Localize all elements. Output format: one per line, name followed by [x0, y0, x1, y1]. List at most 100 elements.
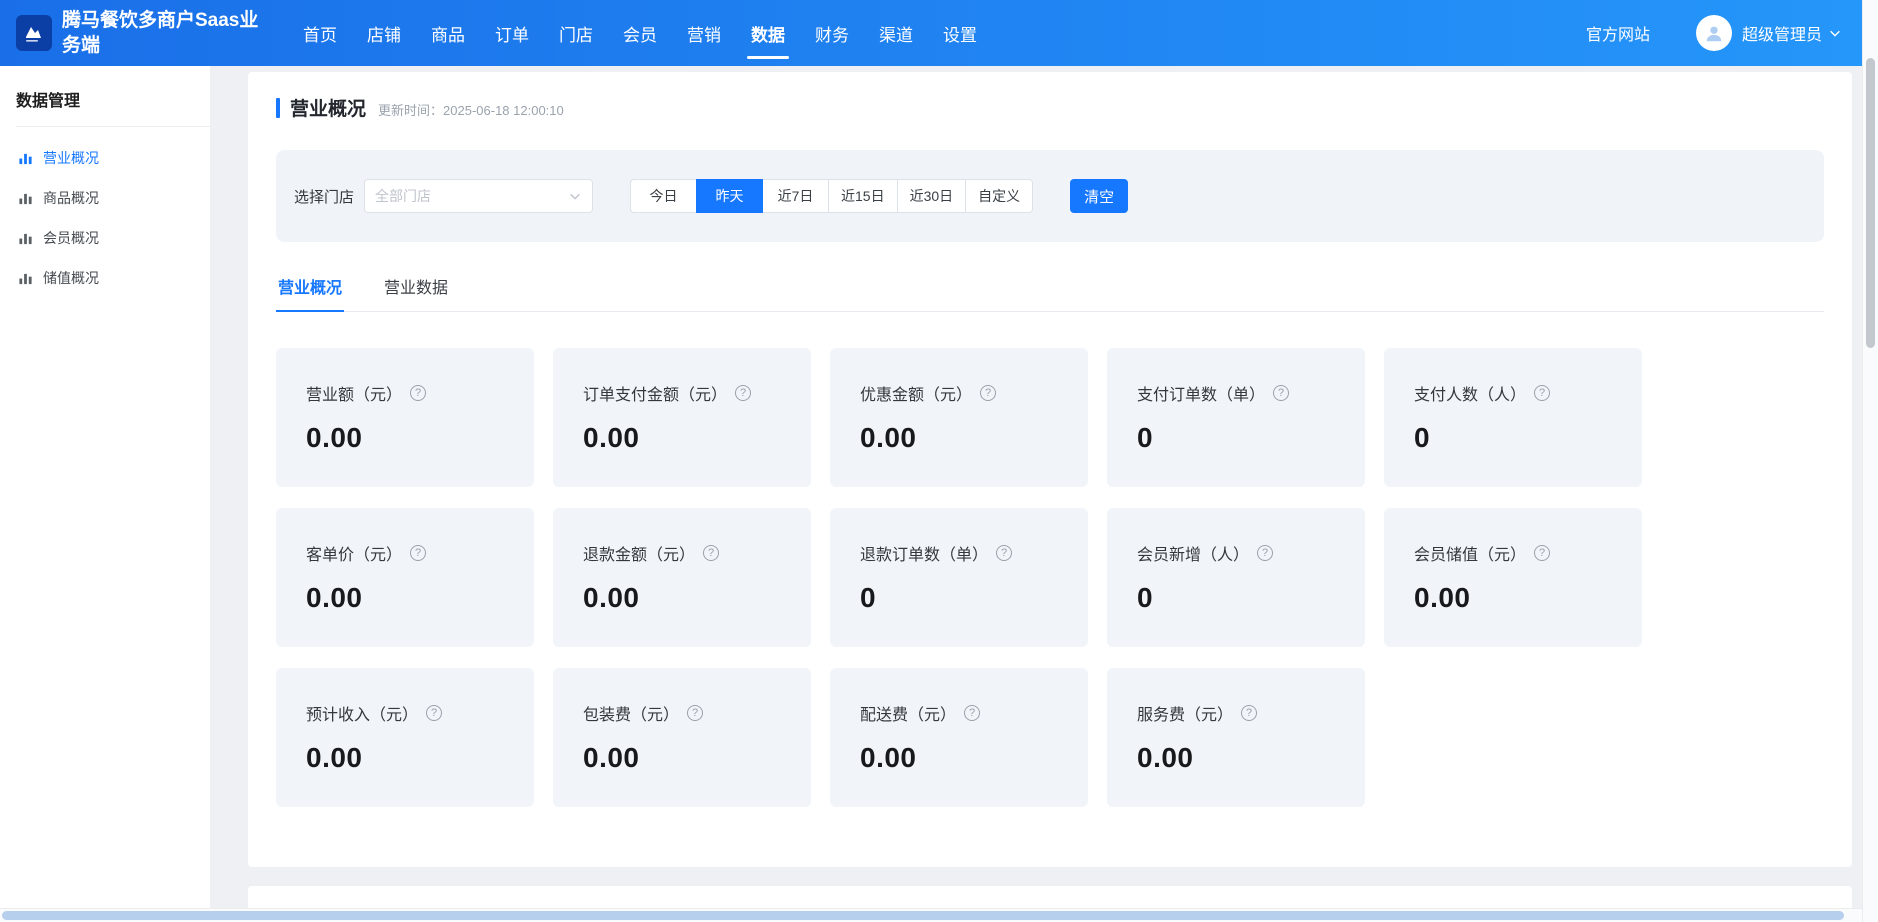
stat-card: 会员储值（元） 0.00: [1384, 508, 1642, 647]
nav-item[interactable]: 门店: [544, 0, 608, 66]
help-icon[interactable]: [426, 705, 442, 721]
official-site-link[interactable]: 官方网站: [1586, 21, 1650, 45]
date-range-button[interactable]: 近15日: [828, 179, 898, 213]
nav-item[interactable]: 订单: [480, 0, 544, 66]
date-range-button[interactable]: 今日: [630, 179, 697, 213]
avatar[interactable]: [1696, 15, 1732, 51]
stat-label: 支付人数（人）: [1414, 381, 1526, 405]
stat-label-row: 服务费（元）: [1137, 701, 1365, 725]
stat-value: 0.00: [860, 422, 1088, 454]
help-icon[interactable]: [1534, 385, 1550, 401]
help-icon[interactable]: [1534, 545, 1550, 561]
update-time: 更新时间：2025-06-18 12:00:10: [378, 96, 564, 119]
sidebar-item[interactable]: 商品概况: [0, 178, 210, 218]
help-icon[interactable]: [703, 545, 719, 561]
date-range-button[interactable]: 近7日: [762, 179, 829, 213]
stat-label: 营业额（元）: [306, 381, 402, 405]
help-icon[interactable]: [996, 545, 1012, 561]
sidebar-menu: 营业概况商品概况会员概况储值概况: [0, 127, 210, 298]
nav-item[interactable]: 财务: [800, 0, 864, 66]
help-icon[interactable]: [410, 385, 426, 401]
nav-item[interactable]: 商品: [416, 0, 480, 66]
stat-card: 营业额（元） 0.00: [276, 348, 534, 487]
stat-value: 0.00: [583, 422, 811, 454]
help-icon[interactable]: [410, 545, 426, 561]
help-icon[interactable]: [735, 385, 751, 401]
stat-label: 订单支付金额（元）: [583, 381, 727, 405]
sidebar: 数据管理 营业概况商品概况会员概况储值概况: [0, 66, 210, 908]
stat-label: 包装费（元）: [583, 701, 679, 725]
clear-button[interactable]: 清空: [1070, 179, 1128, 213]
chevron-down-icon: [568, 189, 582, 203]
date-range-button[interactable]: 近30日: [897, 179, 967, 213]
overview-card: 营业概况 更新时间：2025-06-18 12:00:10 选择门店 今日昨天近…: [248, 72, 1852, 867]
app-title: 腾马餐饮多商户Saas业务端: [62, 8, 262, 58]
stat-label: 退款金额（元）: [583, 541, 695, 565]
sidebar-item[interactable]: 储值概况: [0, 258, 210, 298]
stat-card: 服务费（元） 0.00: [1107, 668, 1365, 807]
sidebar-item[interactable]: 会员概况: [0, 218, 210, 258]
vertical-scrollbar[interactable]: [1862, 0, 1878, 922]
nav-item[interactable]: 渠道: [864, 0, 928, 66]
nav-item[interactable]: 设置: [928, 0, 992, 66]
help-icon[interactable]: [687, 705, 703, 721]
nav-item[interactable]: 数据: [736, 0, 800, 66]
stat-label: 会员储值（元）: [1414, 541, 1526, 565]
tab[interactable]: 营业数据: [382, 264, 450, 311]
bar-chart-icon: [18, 151, 33, 166]
stat-label: 客单价（元）: [306, 541, 402, 565]
stat-card: 会员新增（人）0: [1107, 508, 1365, 647]
bar-chart-icon: [18, 191, 33, 206]
stat-value: 0.00: [1137, 742, 1365, 774]
date-range-button[interactable]: 昨天: [696, 179, 763, 213]
stat-label: 会员新增（人）: [1137, 541, 1249, 565]
stat-card: 退款金额（元）0.00: [553, 508, 811, 647]
stat-card: 退款订单数（单）0: [830, 508, 1088, 647]
date-range-button[interactable]: 自定义: [965, 179, 1033, 213]
username[interactable]: 超级管理员: [1742, 21, 1822, 45]
bar-chart-icon: [18, 271, 33, 286]
stat-label-row: 配送费（元）: [860, 701, 1088, 725]
nav-item[interactable]: 首页: [288, 0, 352, 66]
tab[interactable]: 营业概况: [276, 264, 344, 311]
nav-item[interactable]: 会员: [608, 0, 672, 66]
horizontal-scrollbar-thumb[interactable]: [2, 911, 1844, 920]
stat-label-row: 会员新增（人）: [1137, 541, 1365, 565]
stat-label-row: 会员储值（元）: [1414, 541, 1642, 565]
app-logo-icon: [16, 15, 52, 51]
help-icon[interactable]: [980, 385, 996, 401]
nav-item[interactable]: 营销: [672, 0, 736, 66]
overview-section-header: 营业概况 更新时间：2025-06-18 12:00:10: [276, 94, 1824, 121]
vertical-scrollbar-thumb[interactable]: [1866, 58, 1875, 348]
stat-value: 0.00: [1414, 582, 1642, 614]
nav-item[interactable]: 店铺: [352, 0, 416, 66]
help-icon[interactable]: [1273, 385, 1289, 401]
section-accent-bar: [276, 98, 280, 118]
store-select[interactable]: [364, 179, 593, 213]
stat-label: 优惠金额（元）: [860, 381, 972, 405]
chevron-down-icon[interactable]: [1828, 26, 1842, 40]
sidebar-item-label: 营业概况: [43, 148, 99, 168]
stat-label-row: 订单支付金额（元）: [583, 381, 811, 405]
stat-label-row: 客单价（元）: [306, 541, 534, 565]
help-icon[interactable]: [1241, 705, 1257, 721]
overview-tabs: 营业概况营业数据: [276, 264, 1824, 312]
stat-label-row: 包装费（元）: [583, 701, 811, 725]
stat-label-row: 预计收入（元）: [306, 701, 534, 725]
stat-card: 订单支付金额（元） 0.00: [553, 348, 811, 487]
stat-label: 配送费（元）: [860, 701, 956, 725]
stat-label-row: 优惠金额（元）: [860, 381, 1088, 405]
app-logo[interactable]: 腾马餐饮多商户Saas业务端: [16, 8, 262, 58]
sidebar-item[interactable]: 营业概况: [0, 138, 210, 178]
store-select-input[interactable]: [375, 188, 568, 204]
horizontal-scrollbar[interactable]: [0, 908, 1862, 922]
top-nav: 首页店铺商品订单门店会员营销数据财务渠道设置: [288, 0, 992, 66]
stat-label-row: 退款订单数（单）: [860, 541, 1088, 565]
help-icon[interactable]: [1257, 545, 1273, 561]
stat-value: 0.00: [306, 422, 534, 454]
help-icon[interactable]: [964, 705, 980, 721]
user-icon: [1703, 22, 1725, 44]
top-header: 腾马餐饮多商户Saas业务端 首页店铺商品订单门店会员营销数据财务渠道设置 官方…: [0, 0, 1862, 66]
stat-card: 配送费（元）0.00: [830, 668, 1088, 807]
sidebar-item-label: 储值概况: [43, 268, 99, 288]
